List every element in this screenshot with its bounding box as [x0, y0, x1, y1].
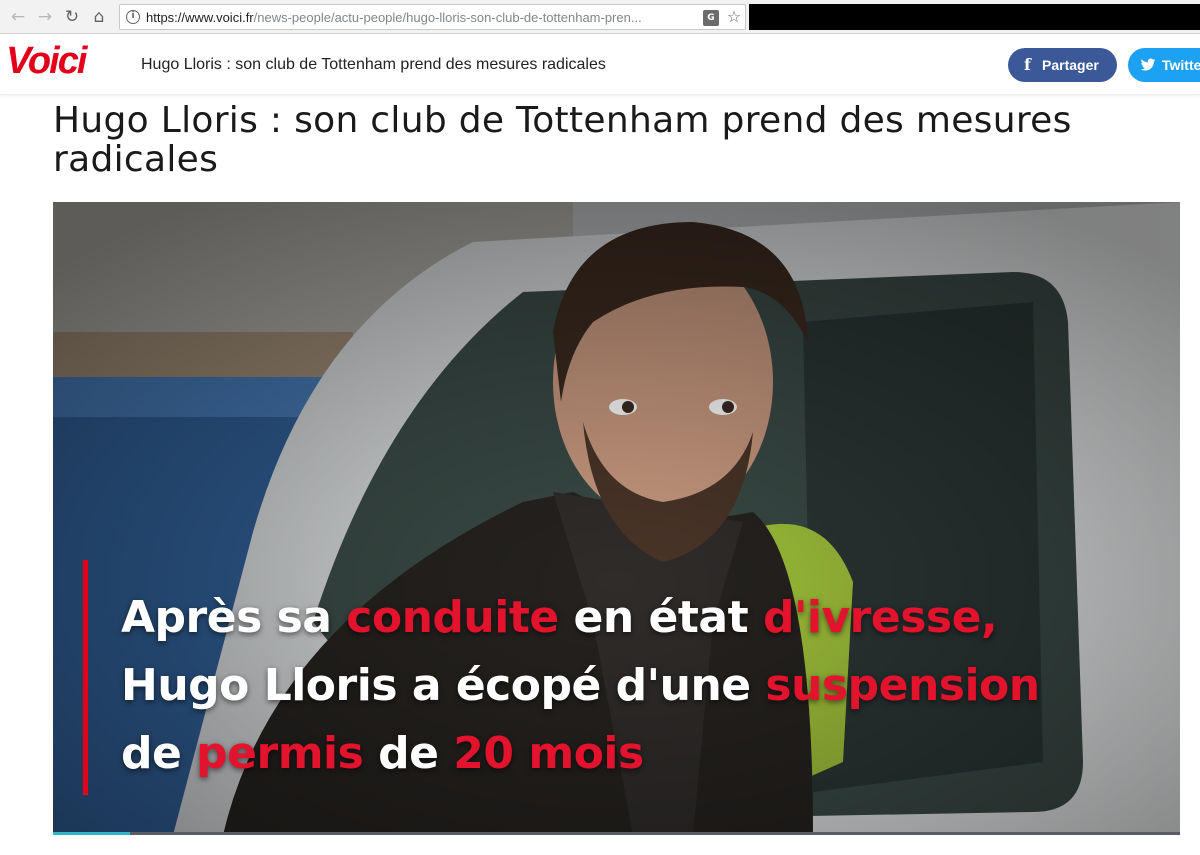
redacted-area	[749, 4, 1200, 30]
voici-logo[interactable]: Voici	[6, 41, 87, 81]
facebook-share-label: Partager	[1042, 57, 1099, 73]
twitter-share-button[interactable]: Twitter	[1128, 48, 1200, 82]
caption-highlight: d'ivresse,	[762, 592, 998, 643]
caption-line-1: Après sa conduite en état d'ivresse,	[121, 584, 1161, 652]
caption-text: de	[363, 728, 454, 779]
video-progress-fill	[53, 832, 130, 835]
caption-text: Après sa	[121, 592, 347, 643]
browser-toolbar: ← → ↻ ⌂ i https://www.voici.fr/news-peop…	[0, 0, 1200, 34]
bookmark-star-icon[interactable]: ☆	[725, 7, 743, 27]
caption-text: de	[121, 728, 197, 779]
address-bar[interactable]: i https://www.voici.fr/news-people/actu-…	[119, 4, 746, 30]
reload-icon[interactable]: ↻	[61, 6, 83, 28]
twitter-share-label: Twitter	[1162, 57, 1200, 73]
facebook-icon: f	[1024, 55, 1031, 74]
caption-line-2: Hugo Lloris a écopé d'une suspension	[121, 652, 1161, 720]
caption-highlight: permis	[196, 728, 364, 779]
caption-highlight: 20 mois	[453, 728, 644, 779]
site-info-icon[interactable]: i	[126, 10, 140, 24]
facebook-share-button[interactable]: f Partager	[1008, 48, 1117, 82]
caption-highlight: suspension	[765, 660, 1040, 711]
video-player[interactable]: Après sa conduite en état d'ivresse, Hug…	[53, 202, 1180, 835]
caption-highlight: conduite	[346, 592, 559, 643]
back-arrow-icon[interactable]: ←	[7, 6, 29, 28]
url-host: https://www.voici.fr	[146, 10, 254, 25]
video-progress-bar[interactable]	[53, 832, 1180, 835]
video-caption: Après sa conduite en état d'ivresse, Hug…	[121, 584, 1161, 788]
article-title: Hugo Lloris : son club de Tottenham pren…	[53, 100, 1072, 180]
caption-line-3: de permis de 20 mois	[121, 720, 1161, 788]
caption-text: Hugo Lloris a écopé d'une	[121, 660, 766, 711]
url-text[interactable]: https://www.voici.fr/news-people/actu-pe…	[146, 9, 716, 27]
url-path: /news-people/actu-people/hugo-lloris-son…	[253, 10, 642, 25]
caption-text: en état	[558, 592, 763, 643]
header-article-title: Hugo Lloris : son club de Tottenham pren…	[141, 56, 606, 73]
forward-arrow-icon[interactable]: →	[34, 6, 56, 28]
caption-accent-bar	[83, 560, 88, 795]
site-header: Voici Hugo Lloris : son club de Tottenha…	[0, 35, 1200, 95]
translate-icon[interactable]: G	[703, 10, 719, 26]
home-icon[interactable]: ⌂	[88, 6, 110, 28]
twitter-bird-icon	[1140, 58, 1156, 71]
